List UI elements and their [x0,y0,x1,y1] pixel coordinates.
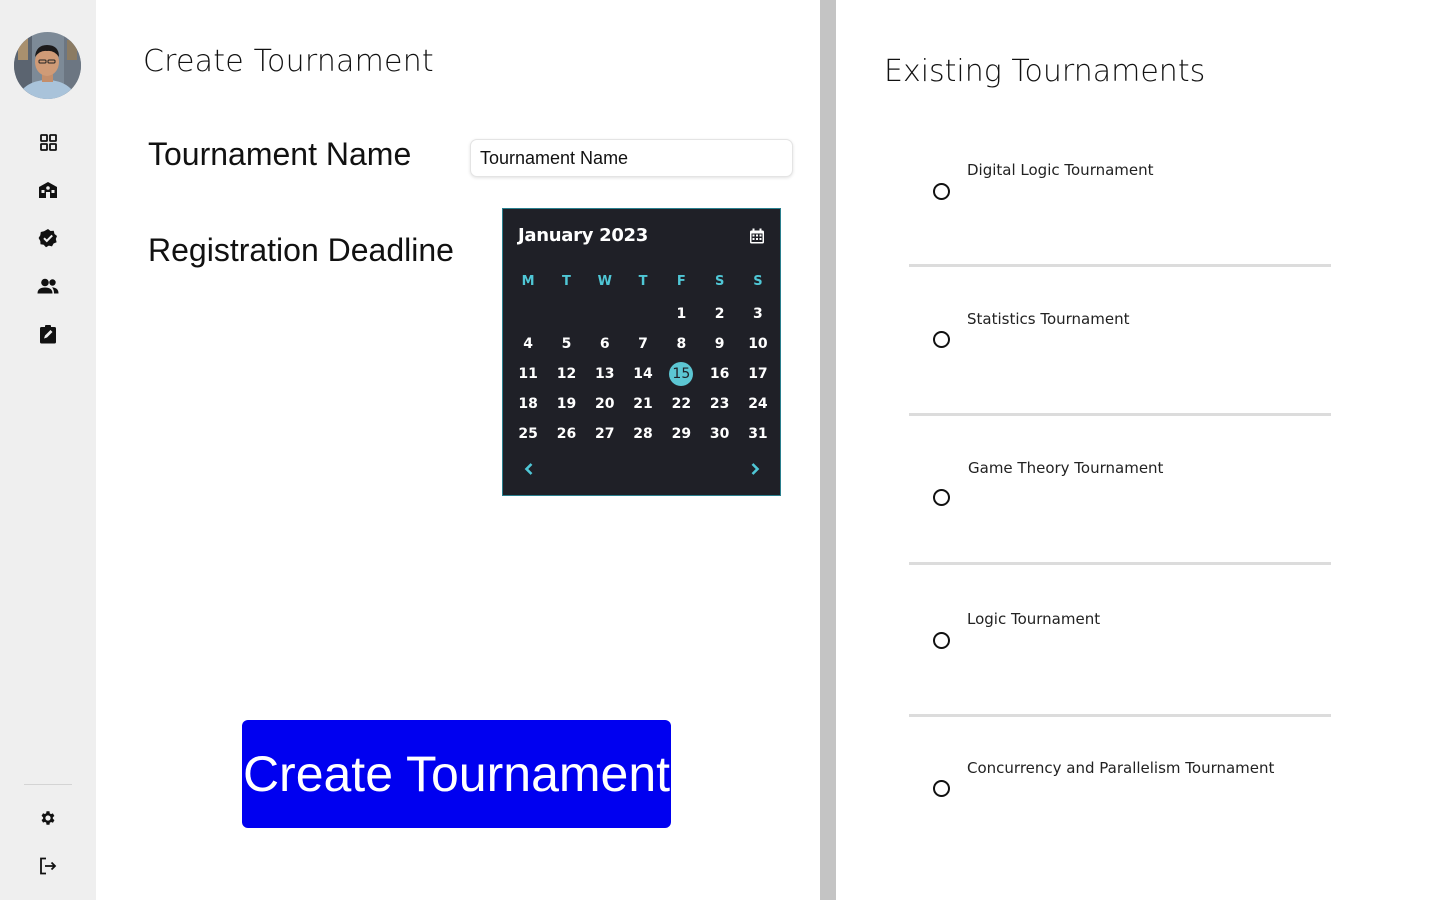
tournament-radio[interactable] [933,632,950,649]
weekday-header: W [597,273,612,289]
list-divider [909,264,1331,267]
logout-icon[interactable] [36,854,60,878]
date-picker: January 2023 M T W T F S S 1 2 3 4 5 6 7 8 9 10 11 12 13 14 1… [502,208,781,496]
weekday-header: S [714,273,725,289]
avatar-image [14,32,81,99]
tournament-label: Concurrency and Parallelism Tournament [967,759,1275,777]
calendar-day[interactable]: 24 [739,389,777,419]
calendar-blank [509,299,547,329]
create-tournament-button[interactable]: Create Tournament [242,720,671,828]
calendar-blank [624,299,662,329]
tournament-name-input[interactable] [470,139,793,177]
calendar-day[interactable]: 23 [700,389,738,419]
panel-divider [820,0,836,900]
calendar-day[interactable]: 12 [547,359,585,389]
calendar-day[interactable]: 21 [624,389,662,419]
app-root: Create Tournament Tournament Name Regist… [0,0,1440,900]
calendar-day[interactable]: 30 [700,419,738,449]
calendar-day[interactable]: 8 [662,329,700,359]
calendar-day[interactable]: 2 [700,299,738,329]
calendar-day[interactable]: 3 [739,299,777,329]
calendar-day[interactable]: 31 [739,419,777,449]
tournament-radio[interactable] [933,489,950,506]
calendar-day[interactable]: 17 [739,359,777,389]
calendar-blank [586,299,624,329]
list-divider [909,714,1331,717]
calendar-day[interactable]: 28 [624,419,662,449]
calendar-day[interactable]: 11 [509,359,547,389]
tournament-radio[interactable] [933,183,950,200]
school-icon[interactable] [36,178,60,202]
calendar-day[interactable]: 16 [700,359,738,389]
list-divider [909,562,1331,565]
avatar[interactable] [14,32,81,99]
calendar-day[interactable]: 13 [586,359,624,389]
tournament-label: Statistics Tournament [967,310,1130,328]
calendar-icon[interactable] [749,228,765,244]
tournament-radio[interactable] [933,331,950,348]
weekday-header: M [521,273,535,289]
settings-icon[interactable] [36,806,60,830]
calendar-day[interactable]: 14 [624,359,662,389]
registration-deadline-label: Registration Deadline [148,232,454,268]
list-divider [909,413,1331,416]
existing-tournaments-title: Existing Tournaments [884,54,1206,89]
weekday-header: T [562,273,571,289]
calendar-day-selected[interactable]: 15 [662,359,700,389]
calendar-day[interactable]: 9 [700,329,738,359]
sidebar [0,0,96,900]
calendar-day[interactable]: 18 [509,389,547,419]
calendar-day[interactable]: 20 [586,389,624,419]
calendar-day[interactable]: 5 [547,329,585,359]
weekday-header: S [753,273,763,289]
weekday-header: T [638,273,648,289]
calendar-day[interactable]: 10 [739,329,777,359]
calendar-day[interactable]: 22 [662,389,700,419]
tournament-label: Logic Tournament [967,610,1101,628]
calendar-day[interactable]: 27 [586,419,624,449]
chevron-right-icon[interactable] [747,461,763,477]
calendar-day[interactable]: 29 [662,419,700,449]
calendar-day[interactable]: 19 [547,389,585,419]
calendar-day[interactable]: 26 [547,419,585,449]
page-title: Create Tournament [143,44,434,79]
calendar-grid: M T W T F S S 1 2 3 4 5 6 7 8 9 10 11 12 13 14 15 16 17 18 19 20 21… [509,269,777,449]
people-icon[interactable] [36,274,60,298]
assignment-icon[interactable] [36,322,60,346]
verified-icon[interactable] [36,226,60,250]
sidebar-divider [24,784,72,785]
tournament-radio[interactable] [933,780,950,797]
tournament-label: Game Theory Tournament [968,459,1164,477]
weekday-header: F [676,273,686,289]
calendar-day[interactable]: 6 [586,329,624,359]
tournament-name-label: Tournament Name [148,136,412,172]
calendar-day[interactable]: 25 [509,419,547,449]
calendar-blank [547,299,585,329]
dashboard-icon[interactable] [36,130,60,154]
calendar-month-title: January 2023 [518,225,648,246]
calendar-day[interactable]: 7 [624,329,662,359]
calendar-day[interactable]: 1 [662,299,700,329]
tournament-label: Digital Logic Tournament [967,161,1154,179]
chevron-left-icon[interactable] [521,461,537,477]
calendar-day[interactable]: 4 [509,329,547,359]
